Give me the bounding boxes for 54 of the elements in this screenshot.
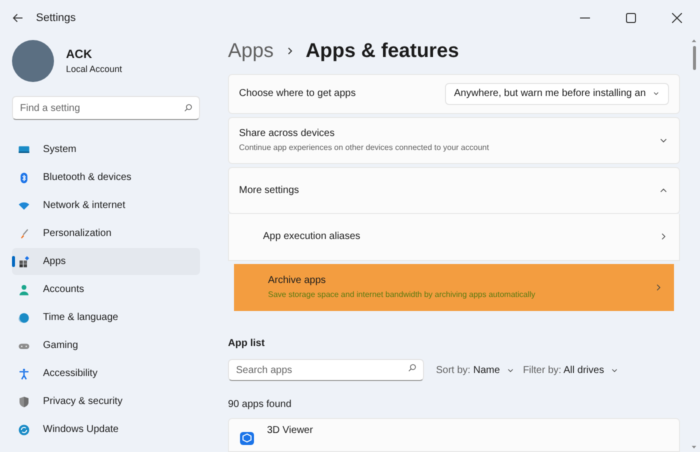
filter-dropdown[interactable]: Filter by: All drives (522, 363, 620, 378)
nav-item[interactable]: Time & language (12, 304, 200, 331)
avatar (12, 40, 54, 82)
nav-item[interactable]: Network & internet (12, 192, 200, 219)
nav-item[interactable]: Accessibility (12, 360, 200, 387)
person-icon (18, 284, 30, 296)
window-title: Settings (36, 10, 76, 26)
nav-item[interactable]: Privacy & security (12, 388, 200, 415)
sort-dropdown[interactable]: Sort by: Name (436, 363, 515, 378)
apps-count: 90 apps found (228, 398, 292, 412)
nav-item[interactable]: Accounts (12, 276, 200, 303)
wifi-icon (18, 200, 30, 212)
setting-row[interactable]: App execution aliases (228, 214, 680, 261)
globe-icon (18, 312, 30, 324)
setting-title: Choose where to get apps (239, 87, 357, 102)
search-field[interactable]: Find a setting (12, 96, 200, 120)
close-icon (672, 13, 682, 23)
monitor-icon (18, 144, 30, 156)
maximize-icon (626, 13, 636, 23)
shield-icon (18, 396, 30, 408)
nav-item[interactable]: Apps (12, 248, 200, 275)
accessibility-icon (18, 368, 30, 380)
account-name: ACK (66, 46, 93, 64)
search-icon (183, 103, 193, 113)
setting-title: App execution aliases (263, 230, 362, 244)
breadcrumb-item: Apps & features (306, 39, 459, 64)
nav-item[interactable]: System (12, 136, 200, 163)
nav-item[interactable]: Bluetooth & devices (12, 164, 200, 191)
nav-item[interactable]: Windows Update (12, 416, 200, 443)
setting-row[interactable]: Archive apps Save storage space and internet bandwidth by archiving apps automatically (234, 264, 674, 311)
scroll-up-icon (691, 38, 697, 44)
setting-title: More settings (239, 184, 300, 198)
expander-header[interactable]: Share across devices Continue app experiences on other devices connected to your account (228, 116, 680, 164)
app-name: 3D Viewer (267, 424, 313, 438)
account-type: Local Account (66, 63, 122, 76)
breadcrumb-item[interactable]: Apps (228, 36, 274, 66)
update-icon (18, 424, 30, 436)
nav-item[interactable]: Personalization (12, 220, 200, 247)
expander-header[interactable]: More settings (228, 166, 680, 214)
brush-icon (18, 228, 30, 240)
search-icon (407, 362, 417, 373)
apps-icon (18, 256, 30, 268)
setting-description: Save storage space and internet bandwidth by archiving apps automatically (268, 289, 536, 302)
setting-title: Archive apps (268, 274, 327, 288)
scrollbar-thumb[interactable] (692, 46, 696, 70)
section-heading: App list (228, 336, 266, 351)
bluetooth-icon (18, 172, 30, 184)
nav-item[interactable]: Gaming (12, 332, 200, 359)
search-field[interactable]: Search apps (228, 359, 424, 382)
scroll-down-icon (691, 444, 697, 450)
app-card[interactable]: 3D Viewer (228, 418, 680, 452)
setting-description: Continue app experiences on other devices connected to your account (239, 142, 490, 154)
setting-title: Share across devices (239, 127, 336, 142)
dropdown[interactable]: Anywhere, but warn me before installing an (445, 82, 669, 105)
